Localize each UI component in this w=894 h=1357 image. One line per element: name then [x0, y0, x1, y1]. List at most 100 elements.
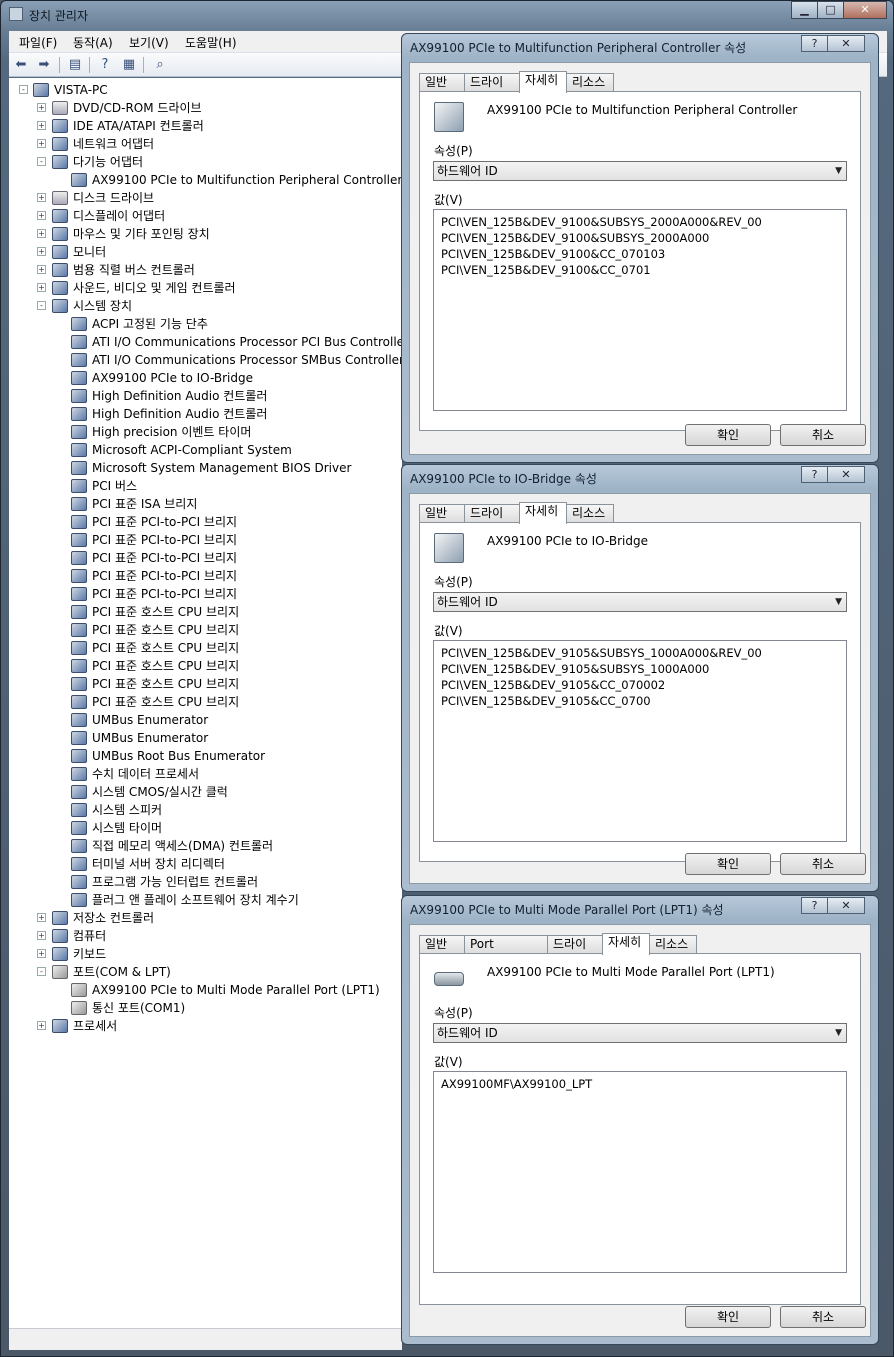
- tab-item[interactable]: 드라이버: [464, 73, 520, 106]
- menu-file[interactable]: 파일(F): [19, 34, 57, 51]
- tree-item[interactable]: - 다기능 어댑터: [9, 153, 402, 171]
- properties-pane-icon[interactable]: ▤: [66, 56, 84, 74]
- tree-item[interactable]: PCI 표준 호스트 CPU 브리지: [9, 657, 402, 675]
- expand-icon[interactable]: +: [37, 265, 46, 274]
- collapse-icon[interactable]: -: [37, 967, 46, 976]
- tab-details[interactable]: 자세히: [602, 933, 650, 955]
- property-dropdown[interactable]: 하드웨어 ID ▼: [433, 1023, 847, 1043]
- value-item[interactable]: PCI\VEN_125B&DEV_9100&CC_070103: [441, 246, 846, 262]
- tree-item[interactable]: 시스템 CMOS/실시간 클럭: [9, 783, 402, 801]
- tree-item[interactable]: PCI 표준 PCI-to-PCI 브리지: [9, 567, 402, 585]
- cancel-button[interactable]: 취소: [780, 1306, 866, 1328]
- ok-button[interactable]: 확인: [685, 1306, 771, 1328]
- cancel-button[interactable]: 취소: [780, 424, 866, 446]
- tree-item[interactable]: PCI 표준 PCI-to-PCI 브리지: [9, 549, 402, 567]
- value-item[interactable]: PCI\VEN_125B&DEV_9105&CC_070002: [441, 677, 846, 693]
- tab-item[interactable]: 일반: [419, 504, 465, 523]
- collapse-icon[interactable]: -: [37, 301, 46, 310]
- value-item[interactable]: PCI\VEN_125B&DEV_9100&CC_0701: [441, 262, 846, 278]
- tree-item[interactable]: AX99100 PCIe to Multi Mode Parallel Port…: [9, 981, 402, 999]
- tree-item[interactable]: ATI I/O Communications Processor SMBus C…: [9, 351, 402, 369]
- tree-item[interactable]: PCI 표준 호스트 CPU 브리지: [9, 639, 402, 657]
- tree-item[interactable]: + 컴퓨터: [9, 927, 402, 945]
- tree-item[interactable]: ATI I/O Communications Processor PCI Bus…: [9, 333, 402, 351]
- tree-item[interactable]: + 디스플레이 어댑터: [9, 207, 402, 225]
- property-dropdown[interactable]: 하드웨어 ID ▼: [433, 592, 847, 612]
- expand-icon[interactable]: +: [37, 913, 46, 922]
- menu-view[interactable]: 보기(V): [129, 34, 169, 51]
- tree-item[interactable]: + 키보드: [9, 945, 402, 963]
- tree-item[interactable]: UMBus Enumerator: [9, 711, 402, 729]
- value-item[interactable]: PCI\VEN_125B&DEV_9105&SUBSYS_1000A000: [441, 661, 846, 677]
- expand-icon[interactable]: +: [37, 229, 46, 238]
- tab-item[interactable]: 리소스: [566, 504, 614, 523]
- value-item[interactable]: PCI\VEN_125B&DEV_9105&CC_0700: [441, 693, 846, 709]
- tree-item[interactable]: PCI 표준 호스트 CPU 브리지: [9, 603, 402, 621]
- tree-item[interactable]: High Definition Audio 컨트롤러: [9, 405, 402, 423]
- collapse-icon[interactable]: -: [19, 85, 28, 94]
- tree-item[interactable]: Microsoft System Management BIOS Driver: [9, 459, 402, 477]
- dialog-close-button[interactable]: ✕: [827, 35, 865, 52]
- tab-item[interactable]: 드라이버: [547, 935, 603, 968]
- value-list[interactable]: PCI\VEN_125B&DEV_9100&SUBSYS_2000A000&RE…: [433, 209, 847, 411]
- dialog-close-button[interactable]: ✕: [827, 466, 865, 483]
- tab-item[interactable]: 일반: [419, 73, 465, 92]
- value-list[interactable]: PCI\VEN_125B&DEV_9105&SUBSYS_1000A000&RE…: [433, 640, 847, 842]
- device-tree[interactable]: - VISTA-PC + DVD/CD-ROM 드라이브 + IDE ATA/ATAPI …: [9, 78, 402, 1328]
- tree-item[interactable]: 직접 메모리 액세스(DMA) 컨트롤러: [9, 837, 402, 855]
- value-list[interactable]: AX99100MF\AX99100_LPT: [433, 1071, 847, 1273]
- help-icon[interactable]: ?: [96, 56, 114, 74]
- expand-icon[interactable]: +: [37, 931, 46, 940]
- tree-item[interactable]: 프로그램 가능 인터럽트 컨트롤러: [9, 873, 402, 891]
- tree-item[interactable]: 플러그 앤 플레이 소프트웨어 장치 계수기: [9, 891, 402, 909]
- value-item[interactable]: AX99100MF\AX99100_LPT: [441, 1076, 846, 1092]
- view-icon[interactable]: ▦: [120, 56, 138, 74]
- tab-item[interactable]: 일반: [419, 935, 465, 954]
- tree-item[interactable]: + 범용 직렬 버스 컨트롤러: [9, 261, 402, 279]
- tab-item[interactable]: 리소스: [566, 73, 614, 92]
- tree-item[interactable]: 통신 포트(COM1): [9, 999, 402, 1017]
- expand-icon[interactable]: +: [37, 121, 46, 130]
- tree-item[interactable]: High Definition Audio 컨트롤러: [9, 387, 402, 405]
- value-item[interactable]: PCI\VEN_125B&DEV_9105&SUBSYS_1000A000&RE…: [441, 645, 846, 661]
- tree-item[interactable]: Microsoft ACPI-Compliant System: [9, 441, 402, 459]
- tree-item[interactable]: 시스템 스피커: [9, 801, 402, 819]
- dialog-close-button[interactable]: ✕: [827, 897, 865, 914]
- tree-item[interactable]: PCI 표준 호스트 CPU 브리지: [9, 675, 402, 693]
- collapse-icon[interactable]: -: [37, 157, 46, 166]
- tree-item[interactable]: + 디스크 드라이브: [9, 189, 402, 207]
- tab-item[interactable]: Port Settings: [464, 935, 548, 968]
- tab-item[interactable]: 드라이버: [464, 504, 520, 537]
- value-item[interactable]: PCI\VEN_125B&DEV_9100&SUBSYS_2000A000&RE…: [441, 214, 846, 230]
- menu-action[interactable]: 동작(A): [73, 34, 113, 51]
- tree-item[interactable]: PCI 표준 PCI-to-PCI 브리지: [9, 585, 402, 603]
- tree-item[interactable]: AX99100 PCIe to Multifunction Peripheral…: [9, 171, 402, 189]
- tree-item[interactable]: PCI 표준 PCI-to-PCI 브리지: [9, 531, 402, 549]
- tree-item[interactable]: + IDE ATA/ATAPI 컨트롤러: [9, 117, 402, 135]
- tree-item[interactable]: ACPI 고정된 기능 단추: [9, 315, 402, 333]
- ok-button[interactable]: 확인: [685, 853, 771, 875]
- cancel-button[interactable]: 취소: [780, 853, 866, 875]
- tree-item[interactable]: + 네트워크 어댑터: [9, 135, 402, 153]
- scan-hardware-icon[interactable]: ⌕: [151, 56, 169, 74]
- tree-item[interactable]: - VISTA-PC: [9, 81, 402, 99]
- tree-item[interactable]: + 프로세서: [9, 1017, 402, 1035]
- tree-item[interactable]: + 마우스 및 기타 포인팅 장치: [9, 225, 402, 243]
- expand-icon[interactable]: +: [37, 193, 46, 202]
- minimize-button[interactable]: ▁: [791, 1, 818, 19]
- tree-item[interactable]: UMBus Enumerator: [9, 729, 402, 747]
- menu-help[interactable]: 도움말(H): [185, 34, 237, 51]
- maximize-button[interactable]: □: [817, 1, 844, 19]
- tree-item[interactable]: UMBus Root Bus Enumerator: [9, 747, 402, 765]
- tree-item[interactable]: 시스템 타이머: [9, 819, 402, 837]
- tree-item[interactable]: + 모니터: [9, 243, 402, 261]
- expand-icon[interactable]: +: [37, 103, 46, 112]
- tree-item[interactable]: + 사운드, 비디오 및 게임 컨트롤러: [9, 279, 402, 297]
- tree-item[interactable]: 터미널 서버 장치 리디렉터: [9, 855, 402, 873]
- tree-item[interactable]: PCI 표준 ISA 브리지: [9, 495, 402, 513]
- tree-item[interactable]: + DVD/CD-ROM 드라이브: [9, 99, 402, 117]
- tree-item[interactable]: PCI 표준 호스트 CPU 브리지: [9, 621, 402, 639]
- ok-button[interactable]: 확인: [685, 424, 771, 446]
- tree-item[interactable]: High precision 이벤트 타이머: [9, 423, 402, 441]
- help-button[interactable]: ?: [801, 897, 828, 914]
